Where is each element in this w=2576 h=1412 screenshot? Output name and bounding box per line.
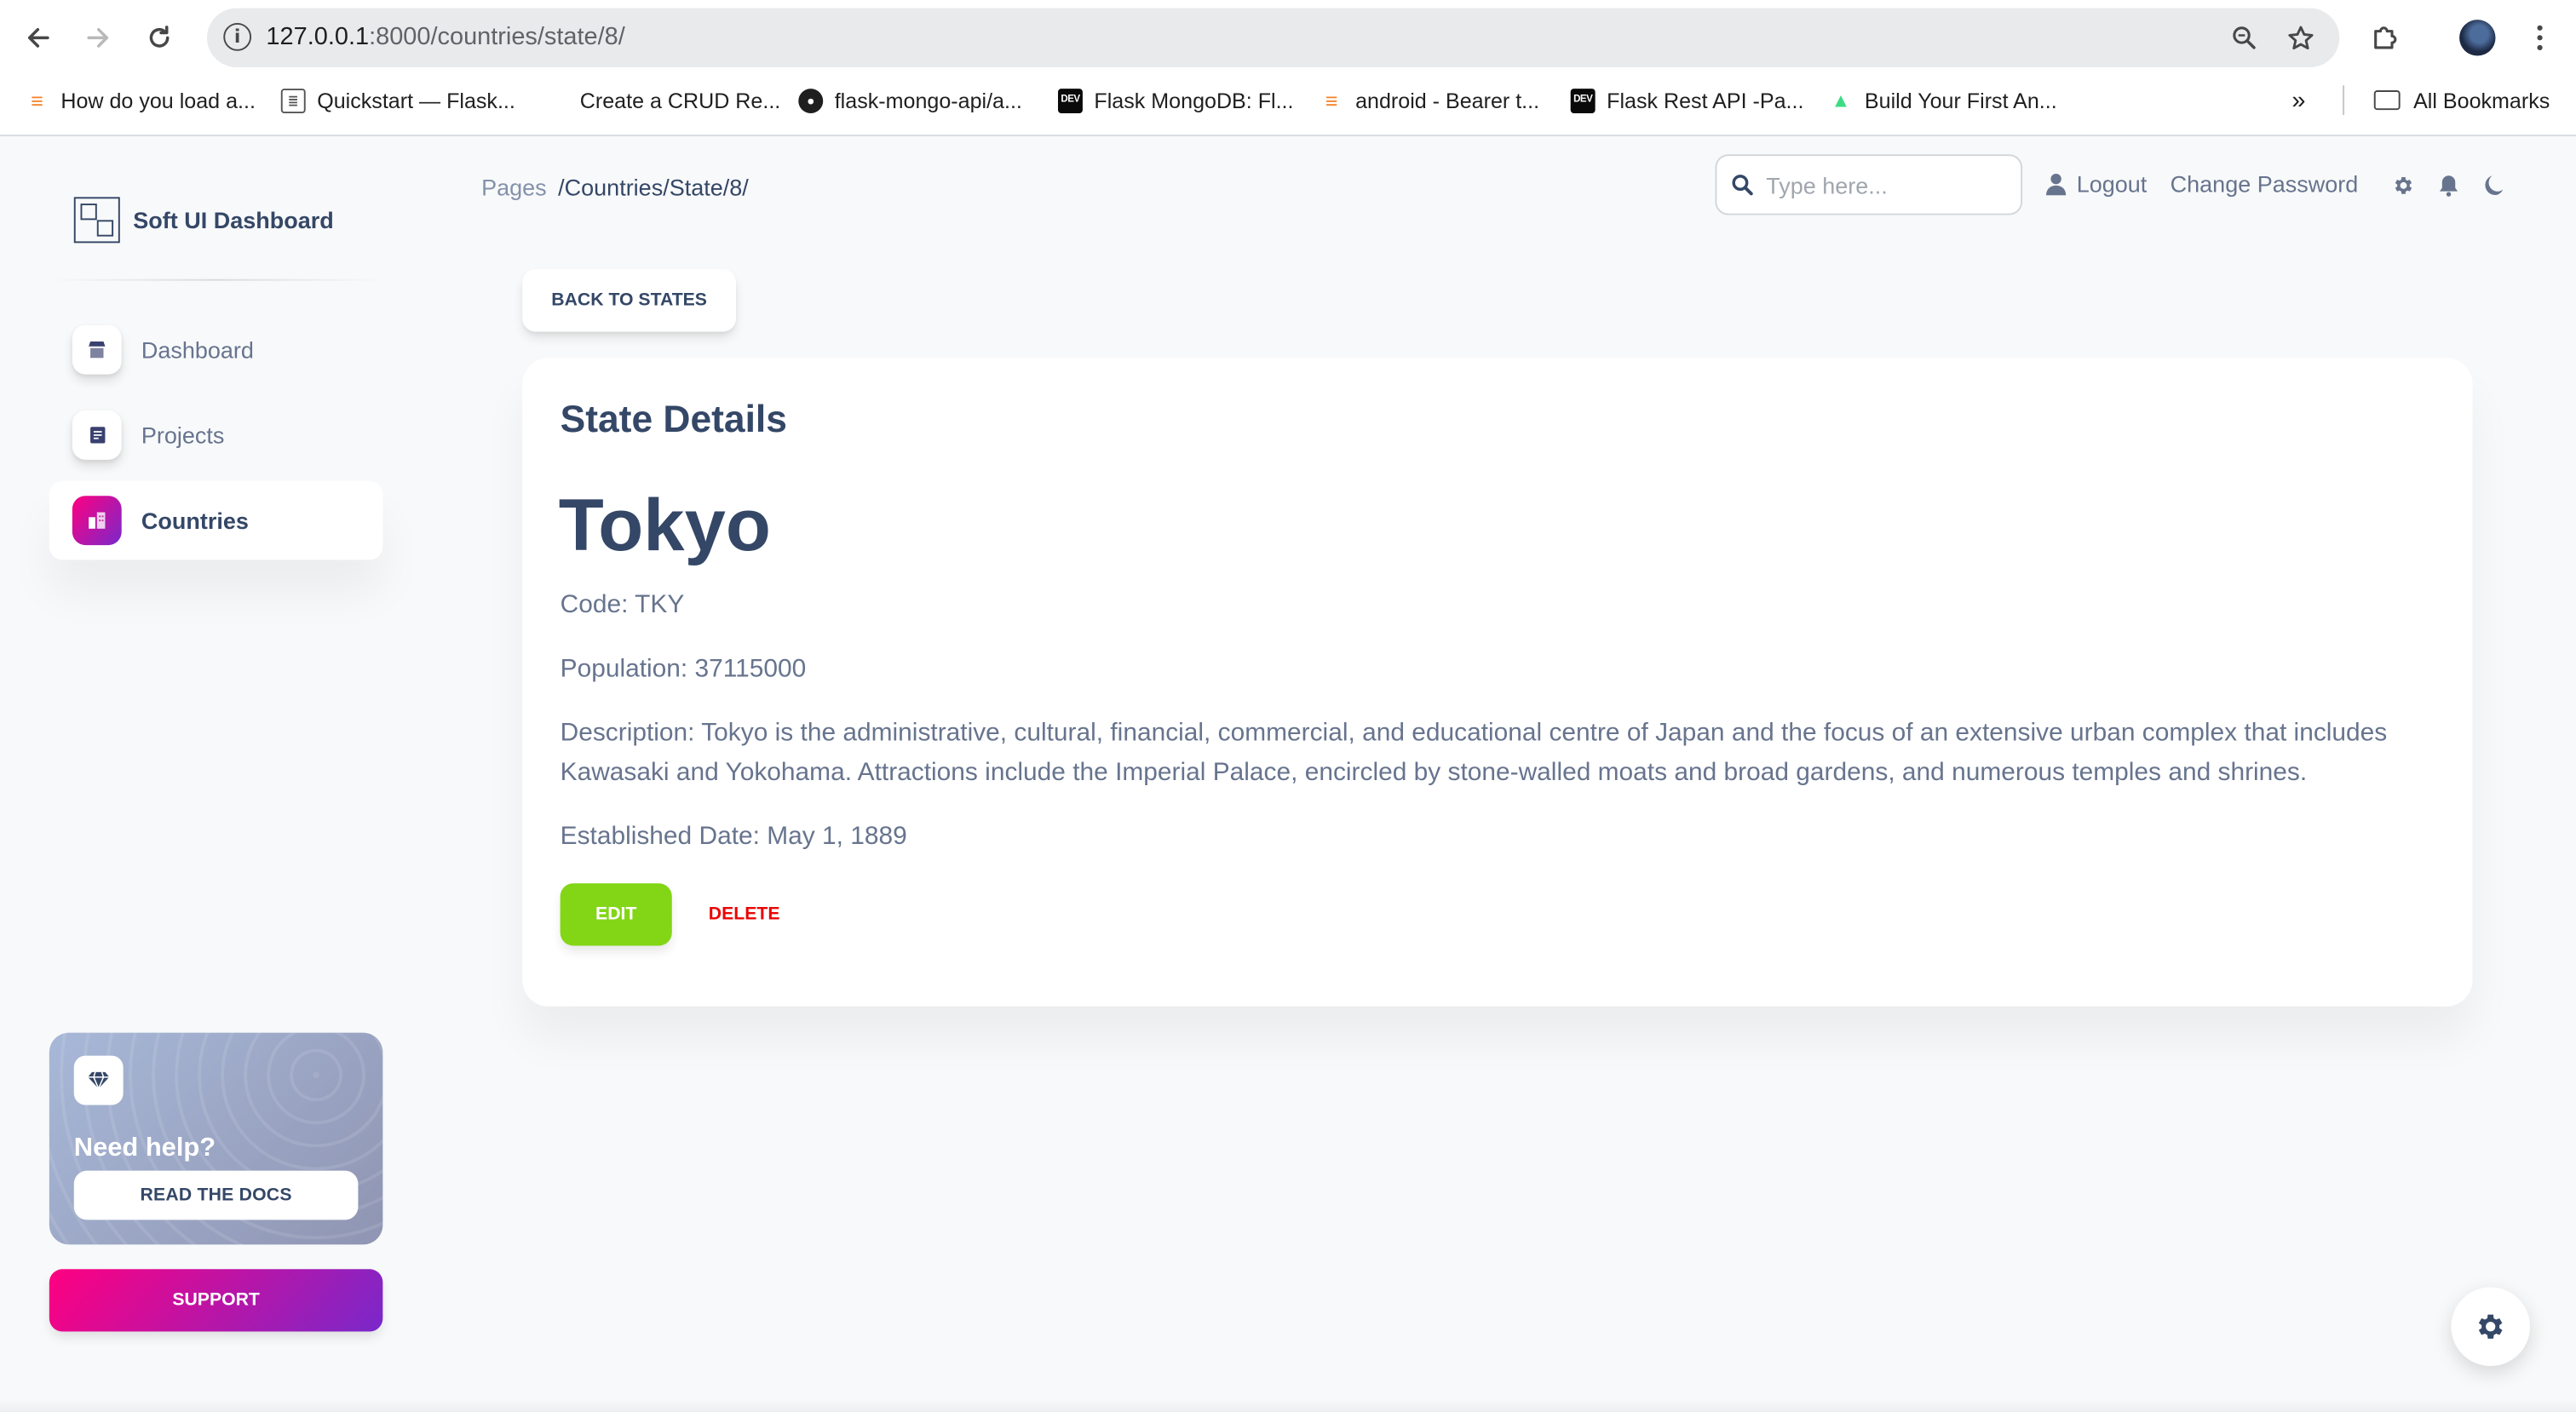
brand[interactable]: Soft UI Dashboard [73,197,334,244]
diamond-icon [73,1055,124,1105]
bookmark-item[interactable]: ≡ How do you load a... [25,83,256,117]
sidebar-item-label: Countries [141,507,249,534]
site-info-icon[interactable]: i [223,22,252,51]
profile-avatar[interactable] [2459,20,2496,56]
user-icon [2046,173,2067,196]
back-arrow-icon[interactable] [16,16,59,59]
search-input[interactable] [1766,171,2004,198]
bookmarks-bar: ≡ How do you load a... ≣ Quickstart — Flas… [0,79,2576,122]
logout-label: Logout [2076,170,2148,198]
bookmark-item[interactable]: DEV Flask MongoDB: Fl... [1057,83,1294,117]
stackoverflow-icon: ≡ [31,88,43,113]
bookmark-item[interactable]: ≣ Quickstart — Flask... [280,83,515,117]
github-icon: ● [798,88,824,113]
browser-chrome: i 127.0.0.1:8000/countries/state/8/ ≡ How… [0,0,2576,137]
change-password-label: Change Password [2170,170,2359,198]
edit-button[interactable]: EDIT [560,883,672,946]
help-title: Need help? [73,1134,216,1162]
browser-menu-icon[interactable] [2518,16,2561,59]
search-icon [1716,174,1766,196]
zoom-icon[interactable] [2228,21,2261,55]
breadcrumb-pages[interactable]: Pages [481,174,547,200]
state-details-card: State Details Tokyo Code: TKY Population… [522,358,2473,1007]
notification-bell-icon[interactable] [2433,171,2463,201]
shop-icon [72,324,122,375]
dark-mode-moon-icon[interactable] [2477,171,2507,201]
dev-icon: DEV [1057,88,1083,113]
bookmark-item[interactable]: DEV Flask Rest API -Pa... [1570,83,1803,117]
extensions-icon[interactable] [2364,16,2406,59]
android-icon: ▲ [1831,89,1851,112]
support-button[interactable]: SUPPORT [49,1269,383,1332]
breadcrumb: Pages /Countries/State/8/ [481,174,749,200]
dev-icon: DEV [1570,88,1596,113]
brand-logo-icon [73,197,120,244]
logout-link[interactable]: Logout [2045,170,2148,198]
search-box [1715,154,2023,215]
state-established-date: Established Date: May 1, 1889 [560,822,907,851]
more-bookmarks-button[interactable]: » [2291,83,2305,117]
bookmark-item[interactable]: ≡ android - Bearer t... [1320,83,1539,117]
configurator-gear-icon[interactable] [2451,1287,2530,1367]
address-bar[interactable]: i 127.0.0.1:8000/countries/state/8/ [206,8,2340,68]
breadcrumb-current: /Countries/State/8/ [558,174,749,201]
sidebar-item-countries[interactable]: Countries [49,480,383,560]
sidebar-item-label: Dashboard [141,336,254,364]
sidebar-item-label: Projects [141,422,225,449]
bookmark-star-icon[interactable] [2284,21,2317,55]
all-bookmarks-button[interactable]: All Bookmarks [2373,83,2550,117]
page-bottom-edge [0,1398,2576,1412]
bookmark-item[interactable]: ▲ Build Your First An... [1828,83,2056,117]
card-title: State Details [560,397,787,440]
change-password-link[interactable]: Change Password [2171,171,2359,198]
reload-icon[interactable] [138,16,181,59]
sidebar-item-dashboard[interactable]: Dashboard [49,310,382,389]
read-docs-button[interactable]: READ THE DOCS [73,1170,359,1220]
sidebar-item-projects[interactable]: Projects [49,396,382,475]
back-to-states-button[interactable]: BACK TO STATES [522,269,736,332]
sidebar-divider [49,278,383,281]
office-icon [72,496,122,546]
stackoverflow-icon: ≡ [1325,88,1338,113]
help-card: Need help? READ THE DOCS [49,1032,383,1245]
state-code: Code: TKY [560,591,685,619]
url-text: 127.0.0.1:8000/countries/state/8/ [266,22,625,51]
state-description: Description: Tokyo is the administrative… [560,719,2388,787]
bookmark-item[interactable]: ● flask-mongo-api/a... [798,83,1022,117]
document-icon: ≣ [280,88,306,113]
brand-name: Soft UI Dashboard [133,206,334,233]
bookmark-item[interactable]: Create a CRUD Re... [543,83,780,117]
delete-button[interactable]: DELETE [700,883,789,945]
settings-gear-icon[interactable] [2389,171,2418,201]
folder-icon [2373,90,2401,111]
state-name: Tokyo [558,482,771,567]
bookmarks-divider [2343,85,2345,115]
state-population: Population: 37115000 [560,655,807,684]
document-icon [72,410,122,460]
forward-arrow-icon[interactable] [78,16,120,59]
